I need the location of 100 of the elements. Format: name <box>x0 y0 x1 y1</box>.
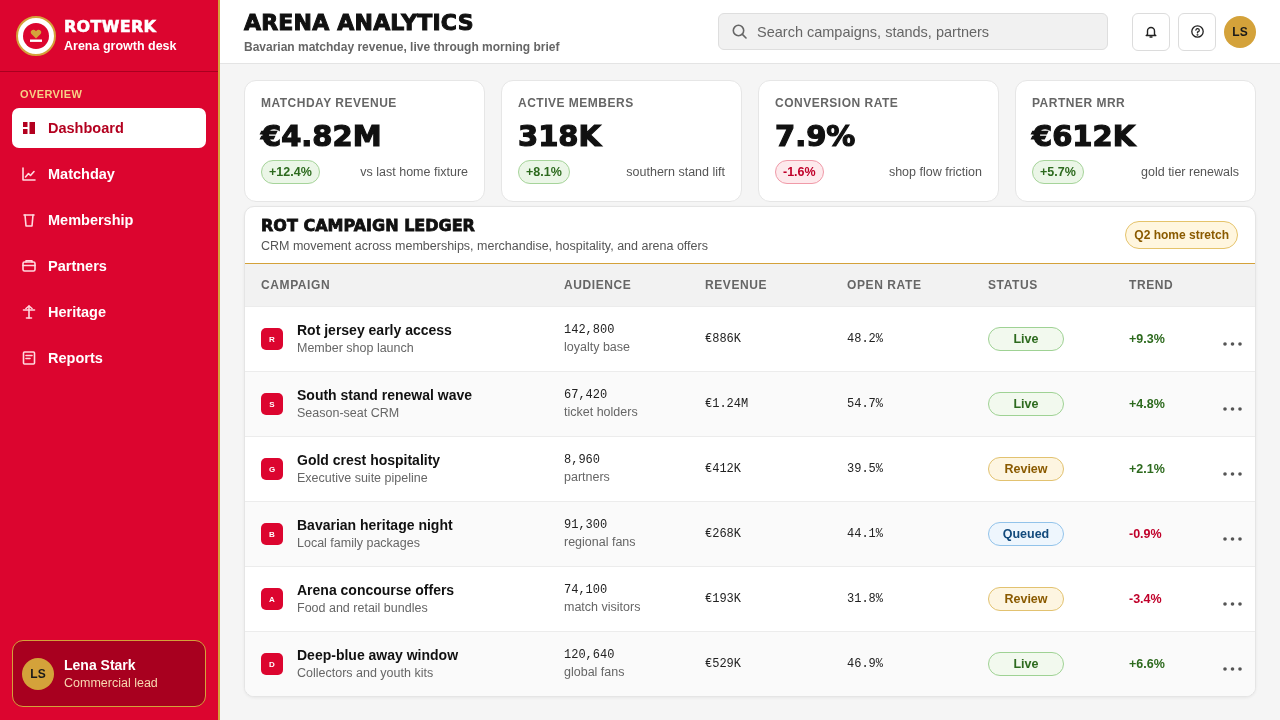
user-name: Lena Stark <box>64 656 137 673</box>
kpi-label: MATCHDAY REVENUE <box>261 96 398 110</box>
audience-label: partners <box>564 470 610 485</box>
revenue-value: €193K <box>705 591 741 607</box>
column-header: OPEN RATE <box>847 278 923 292</box>
user-avatar: LS <box>22 657 54 690</box>
audience-label: global fans <box>564 665 625 680</box>
panel-title: ROT CAMPAIGN LEDGER <box>261 216 476 236</box>
user-avatar[interactable]: LS <box>1224 15 1256 48</box>
blocks-icon <box>22 121 36 135</box>
page-title: ARENA ANALYTICS <box>244 9 475 36</box>
campaign-name: Rot jersey early access <box>297 322 452 339</box>
campaign-monogram: G <box>261 458 283 480</box>
audience-count: 120,640 <box>564 648 615 663</box>
more-icon[interactable] <box>1223 602 1242 606</box>
more-icon[interactable] <box>1223 537 1242 541</box>
table-row[interactable]: D Deep-blue away window Collectors and youth kits 120,640 global fans €529K 46.9% Live +6.6% <box>245 631 1255 696</box>
audience-count: 8,960 <box>564 453 600 468</box>
column-header: TREND <box>1129 278 1175 292</box>
revenue-value: €529K <box>705 656 741 672</box>
kpi-value: 7.9% <box>775 119 857 153</box>
more-icon[interactable] <box>1223 342 1242 346</box>
search-field[interactable]: Search campaigns, stands, partners <box>718 13 1108 50</box>
trend-value: -3.4% <box>1129 592 1162 606</box>
table-row[interactable]: G Gold crest hospitality Executive suite pipeline 8,960 partners €412K 39.5% Review +2.1% <box>245 436 1255 501</box>
campaign-monogram: A <box>261 588 283 610</box>
campaign-detail: Executive suite pipeline <box>297 471 428 486</box>
campaign-detail: Food and retail bundles <box>297 601 428 616</box>
delta-badge: +12.4% <box>261 160 320 184</box>
campaign-name: Bavarian heritage night <box>297 517 453 534</box>
nav-item[interactable]: Membership <box>12 200 206 240</box>
revenue-value: €412K <box>705 461 741 477</box>
nav-item[interactable]: Heritage <box>12 292 206 332</box>
audience-count: 142,800 <box>564 323 615 338</box>
kpi-label: CONVERSION RATE <box>775 96 900 110</box>
campaign-detail: Member shop launch <box>297 341 414 356</box>
search-icon <box>732 24 747 39</box>
revenue-value: €886K <box>705 331 741 347</box>
audience-count: 91,300 <box>564 518 608 533</box>
revenue-value: €1.24M <box>705 396 749 412</box>
trend-value: +4.8% <box>1129 397 1165 411</box>
kpi-note: shop flow friction <box>888 165 982 179</box>
bell-icon <box>1145 25 1157 38</box>
nav-item[interactable]: Reports <box>12 338 206 378</box>
audience-count: 74,100 <box>564 583 608 598</box>
kpi-label: ACTIVE MEMBERS <box>518 96 635 110</box>
table-row[interactable]: R Rot jersey early access Member shop launch 142,800 loyalty base €886K 48.2% Live +9.3% <box>245 306 1255 371</box>
audience-count: 67,420 <box>564 388 608 403</box>
notifications-button[interactable] <box>1132 12 1170 51</box>
arrow-up-icon <box>22 305 36 319</box>
kpi-label: PARTNER MRR <box>1032 96 1127 110</box>
kpi-note: southern stand lift <box>626 165 725 179</box>
trend-value: -0.9% <box>1129 527 1162 541</box>
line-chart-icon <box>22 167 36 181</box>
kpi-value: 318K <box>518 119 603 153</box>
status-badge: Live <box>988 392 1064 416</box>
open-rate-value: 31.8% <box>847 591 883 607</box>
table-row[interactable]: S South stand renewal wave Season-seat CRM 67,420 ticket holders €1.24M 54.7% Live +4.8% <box>245 371 1255 436</box>
campaign-detail: Local family packages <box>297 536 420 551</box>
panel-subtitle: CRM movement across memberships, merchandise, hospitality, and arena offers <box>261 238 708 254</box>
card-icon <box>22 259 36 273</box>
open-rate-value: 44.1% <box>847 526 883 542</box>
column-header: CAMPAIGN <box>261 278 332 292</box>
campaign-monogram: B <box>261 523 283 545</box>
delta-badge: +5.7% <box>1032 160 1084 184</box>
audience-label: match visitors <box>564 600 641 615</box>
nav-item[interactable]: Matchday <box>12 154 206 194</box>
kpi-note: gold tier renewals <box>1141 165 1239 179</box>
trend-value: +2.1% <box>1129 462 1165 476</box>
help-button[interactable] <box>1178 12 1216 51</box>
nav-item[interactable]: Dashboard <box>12 108 206 148</box>
document-icon <box>22 351 36 365</box>
audience-label: regional fans <box>564 535 636 550</box>
table-row[interactable]: A Arena concourse offers Food and retail bundles 74,100 match visitors €193K 31.8% Review -3.4% <box>245 566 1255 631</box>
more-icon[interactable] <box>1223 472 1242 476</box>
campaign-name: Deep-blue away window <box>297 647 459 664</box>
nav-item[interactable]: Partners <box>12 246 206 286</box>
brand-name: ROTWERK <box>64 17 158 36</box>
user-role: Commercial lead <box>64 675 158 691</box>
revenue-value: €268K <box>705 526 741 542</box>
trend-value: +6.6% <box>1129 657 1165 671</box>
more-icon[interactable] <box>1223 667 1242 671</box>
more-icon[interactable] <box>1223 407 1242 411</box>
brand-tagline: Arena growth desk <box>64 38 177 54</box>
help-icon <box>1190 25 1204 38</box>
column-header: AUDIENCE <box>564 278 633 292</box>
campaign-name: Arena concourse offers <box>297 582 455 599</box>
table-row[interactable]: B Bavarian heritage night Local family packages 91,300 regional fans €268K 44.1% Queued -0.9% <box>245 501 1255 566</box>
cup-icon <box>22 213 36 227</box>
kpi-value: €612K <box>1032 119 1137 153</box>
kpi-note: vs last home fixture <box>360 165 468 179</box>
audience-label: loyalty base <box>564 340 630 355</box>
campaign-name: Gold crest hospitality <box>297 452 441 469</box>
period-badge: Q2 home stretch <box>1125 221 1238 249</box>
open-rate-value: 39.5% <box>847 461 883 477</box>
column-header: STATUS <box>988 278 1039 292</box>
status-badge: Review <box>988 587 1064 611</box>
campaign-monogram: D <box>261 653 283 675</box>
status-badge: Queued <box>988 522 1064 546</box>
kpi-value: €4.82M <box>261 119 383 153</box>
